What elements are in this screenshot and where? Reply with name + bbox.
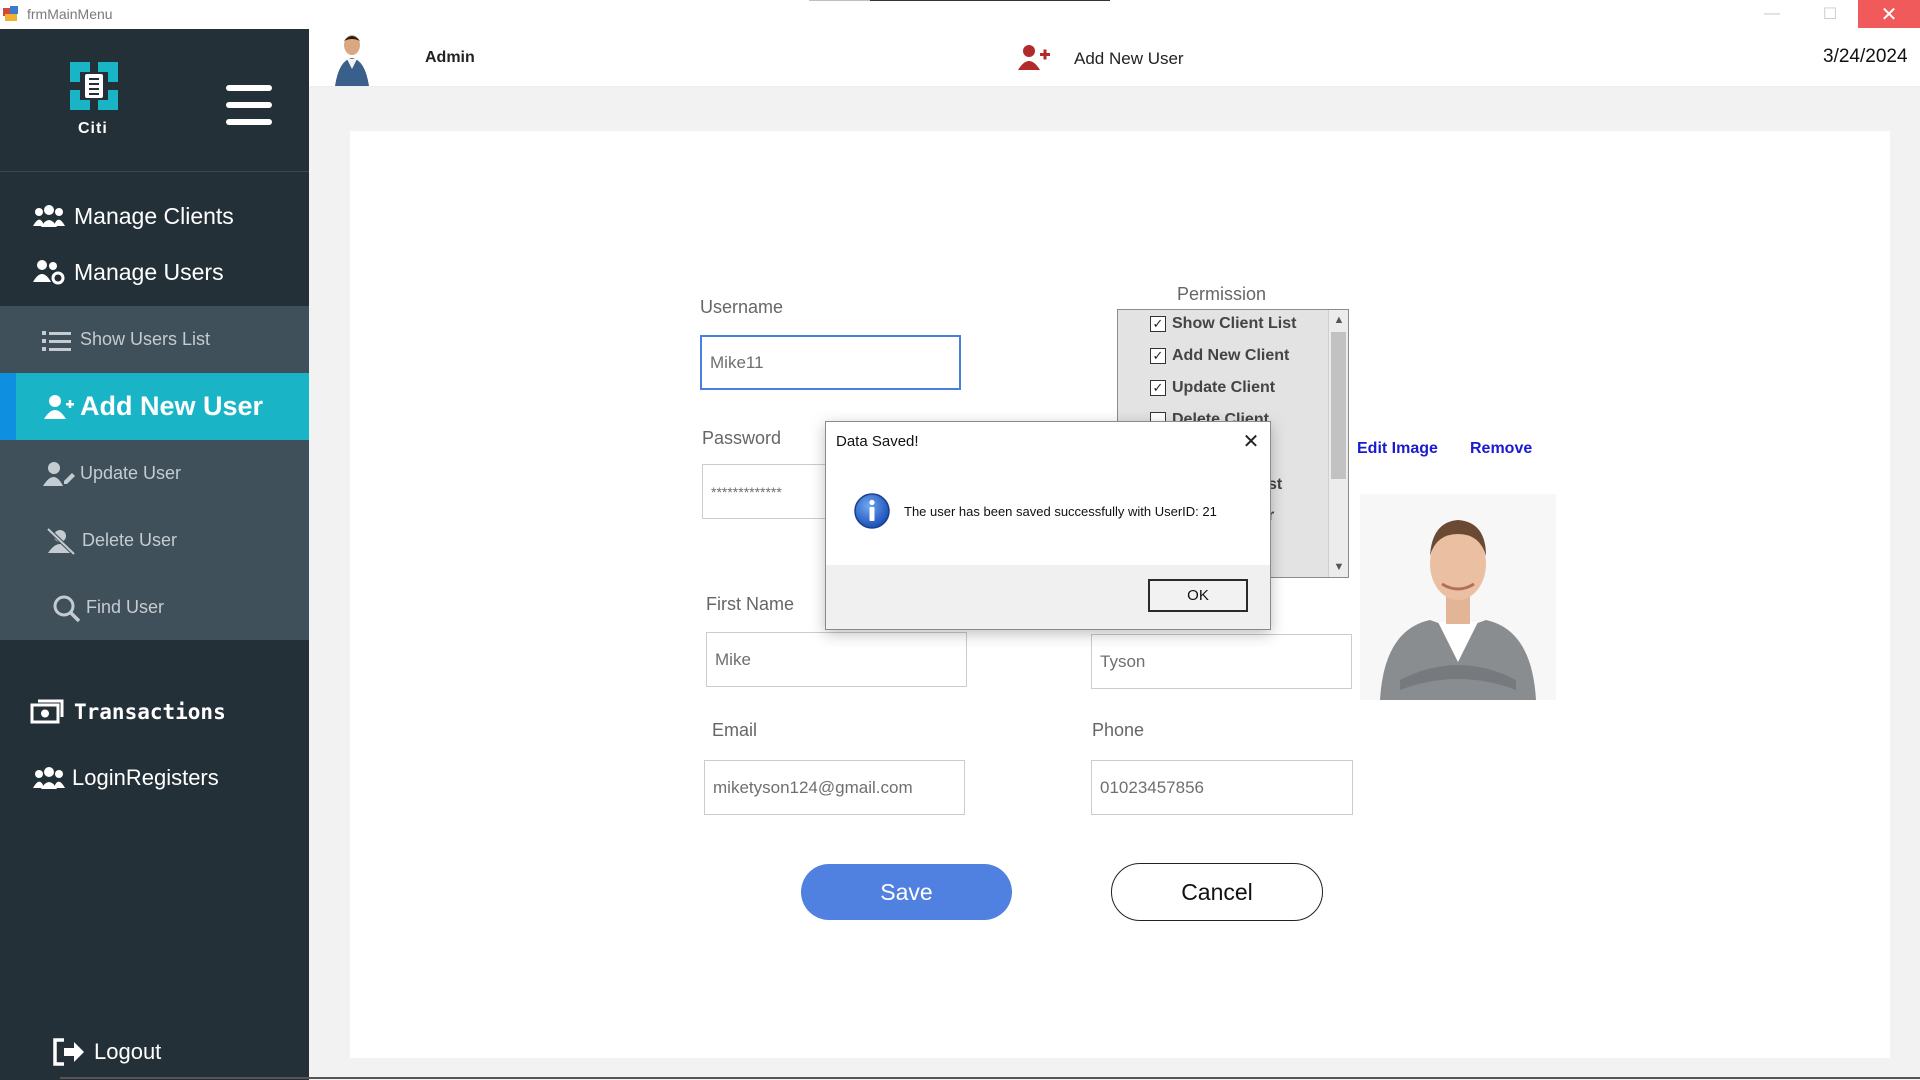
permission-add-new-client[interactable]: ✓ Add New Client xyxy=(1150,347,1289,365)
clients-icon xyxy=(33,767,65,789)
permission-label-text: Update Client xyxy=(1172,379,1276,396)
active-indicator xyxy=(0,373,16,440)
scroll-up-arrow-icon[interactable]: ▲ xyxy=(1329,310,1348,330)
permission-show-client-list[interactable]: ✓ Show Client List xyxy=(1150,315,1296,333)
username-label: Username xyxy=(700,297,784,317)
maximize-button[interactable]: ☐ xyxy=(1800,0,1860,28)
phone-input[interactable]: 01023457856 xyxy=(1091,760,1353,815)
last-name-input[interactable]: Tyson xyxy=(1091,634,1352,689)
save-button[interactable]: Save xyxy=(801,864,1012,920)
sidebar-item-update-user[interactable]: Update User xyxy=(0,440,309,507)
logout-icon xyxy=(53,1038,84,1066)
permission-label-text: Show Client List xyxy=(1172,315,1297,332)
titlebar-divider xyxy=(809,0,870,1)
sidebar-item-manage-clients[interactable]: Manage Clients xyxy=(0,188,309,244)
clients-icon xyxy=(33,205,65,227)
user-plus-icon xyxy=(44,394,74,419)
citi-logo-icon xyxy=(70,62,118,110)
dialog-ok-button[interactable]: OK xyxy=(1148,579,1248,612)
first-name-label: First Name xyxy=(706,594,795,614)
sidebar-item-label: Show Users List xyxy=(80,329,211,349)
info-icon xyxy=(854,493,890,529)
password-label: Password xyxy=(702,428,782,448)
phone-label: Phone xyxy=(1092,720,1145,740)
sidebar-item-delete-user[interactable]: Delete User xyxy=(0,507,309,574)
checkbox-checked-icon[interactable]: ✓ xyxy=(1150,316,1166,332)
sidebar: Citi Manage Clients Manage Users Show Us… xyxy=(0,29,309,1080)
sidebar-item-add-new-user[interactable]: Add New User xyxy=(0,373,309,440)
top-header: Admin Add New User 3/24/2024 xyxy=(309,29,1920,87)
sidebar-item-manage-users[interactable]: Manage Users xyxy=(0,244,309,300)
dialog-message: The user has been saved successfully wit… xyxy=(904,504,1217,519)
window-titlebar: frmMainMenu — ☐ ✕ xyxy=(0,0,1920,29)
window-bottom-border xyxy=(60,1077,1920,1079)
sidebar-item-label: Find User xyxy=(86,597,165,617)
user-plus-icon xyxy=(1018,45,1050,70)
checkbox-checked-icon[interactable]: ✓ xyxy=(1150,348,1166,364)
logo-area: Citi xyxy=(0,29,309,172)
page-title: Add New User xyxy=(1074,49,1184,68)
menu-toggle-button[interactable] xyxy=(226,85,272,125)
sidebar-item-label: Add New User xyxy=(80,391,264,421)
admin-avatar xyxy=(331,31,371,86)
email-input[interactable]: miketyson124@gmail.com xyxy=(704,760,965,815)
search-icon xyxy=(53,595,81,622)
current-date: 3/24/2024 xyxy=(1823,46,1908,67)
sidebar-item-login-registers[interactable]: LoginRegisters xyxy=(0,750,309,806)
minimize-button[interactable]: — xyxy=(1742,0,1802,28)
user-edit-icon xyxy=(43,461,75,486)
sidebar-item-show-users-list[interactable]: Show Users List xyxy=(0,306,309,373)
sidebar-item-label: Transactions xyxy=(74,700,226,724)
permission-label-text: Add New Client xyxy=(1172,347,1290,364)
sidebar-item-label: Manage Users xyxy=(74,258,224,285)
data-saved-dialog: Data Saved! ✕ The user has been saved su… xyxy=(825,421,1271,630)
dialog-title: Data Saved! xyxy=(836,433,919,450)
permission-scrollbar[interactable]: ▲ ▼ xyxy=(1328,310,1348,577)
close-window-button[interactable]: ✕ xyxy=(1858,0,1920,28)
dialog-close-button[interactable]: ✕ xyxy=(1238,428,1264,454)
edit-image-link[interactable]: Edit Image xyxy=(1357,440,1438,458)
sidebar-item-label: Delete User xyxy=(82,530,178,550)
permission-label: Permission xyxy=(1177,284,1267,304)
scroll-down-arrow-icon[interactable]: ▼ xyxy=(1329,557,1348,577)
sidebar-item-label: Manage Clients xyxy=(74,202,234,229)
checkbox-checked-icon[interactable]: ✓ xyxy=(1150,380,1166,396)
app-icon xyxy=(3,6,19,22)
window-title: frmMainMenu xyxy=(27,6,113,22)
sidebar-item-transactions[interactable]: Transactions xyxy=(0,684,309,740)
user-delete-icon xyxy=(46,527,76,555)
first-name-input[interactable]: Mike xyxy=(706,632,967,687)
logout-label: Logout xyxy=(94,1039,162,1064)
money-icon xyxy=(30,699,64,724)
permission-update-client[interactable]: ✓ Update Client xyxy=(1150,379,1275,397)
email-label: Email xyxy=(712,720,758,740)
users-gear-icon xyxy=(33,260,65,285)
username-input[interactable]: Mike11 xyxy=(700,335,961,390)
logout-button[interactable]: Logout xyxy=(0,1032,309,1072)
titlebar-divider-dark xyxy=(870,0,1110,1)
cancel-button[interactable]: Cancel xyxy=(1111,863,1323,921)
user-photo xyxy=(1360,494,1556,700)
remove-image-link[interactable]: Remove xyxy=(1470,440,1532,458)
sidebar-item-label: LoginRegisters xyxy=(72,765,219,790)
sidebar-item-find-user[interactable]: Find User xyxy=(0,574,309,641)
scrollbar-thumb[interactable] xyxy=(1331,332,1346,479)
sidebar-item-label: Update User xyxy=(80,463,182,483)
list-icon xyxy=(42,330,71,351)
logo-text: Citi xyxy=(78,120,108,137)
current-user-name: Admin xyxy=(425,49,475,66)
